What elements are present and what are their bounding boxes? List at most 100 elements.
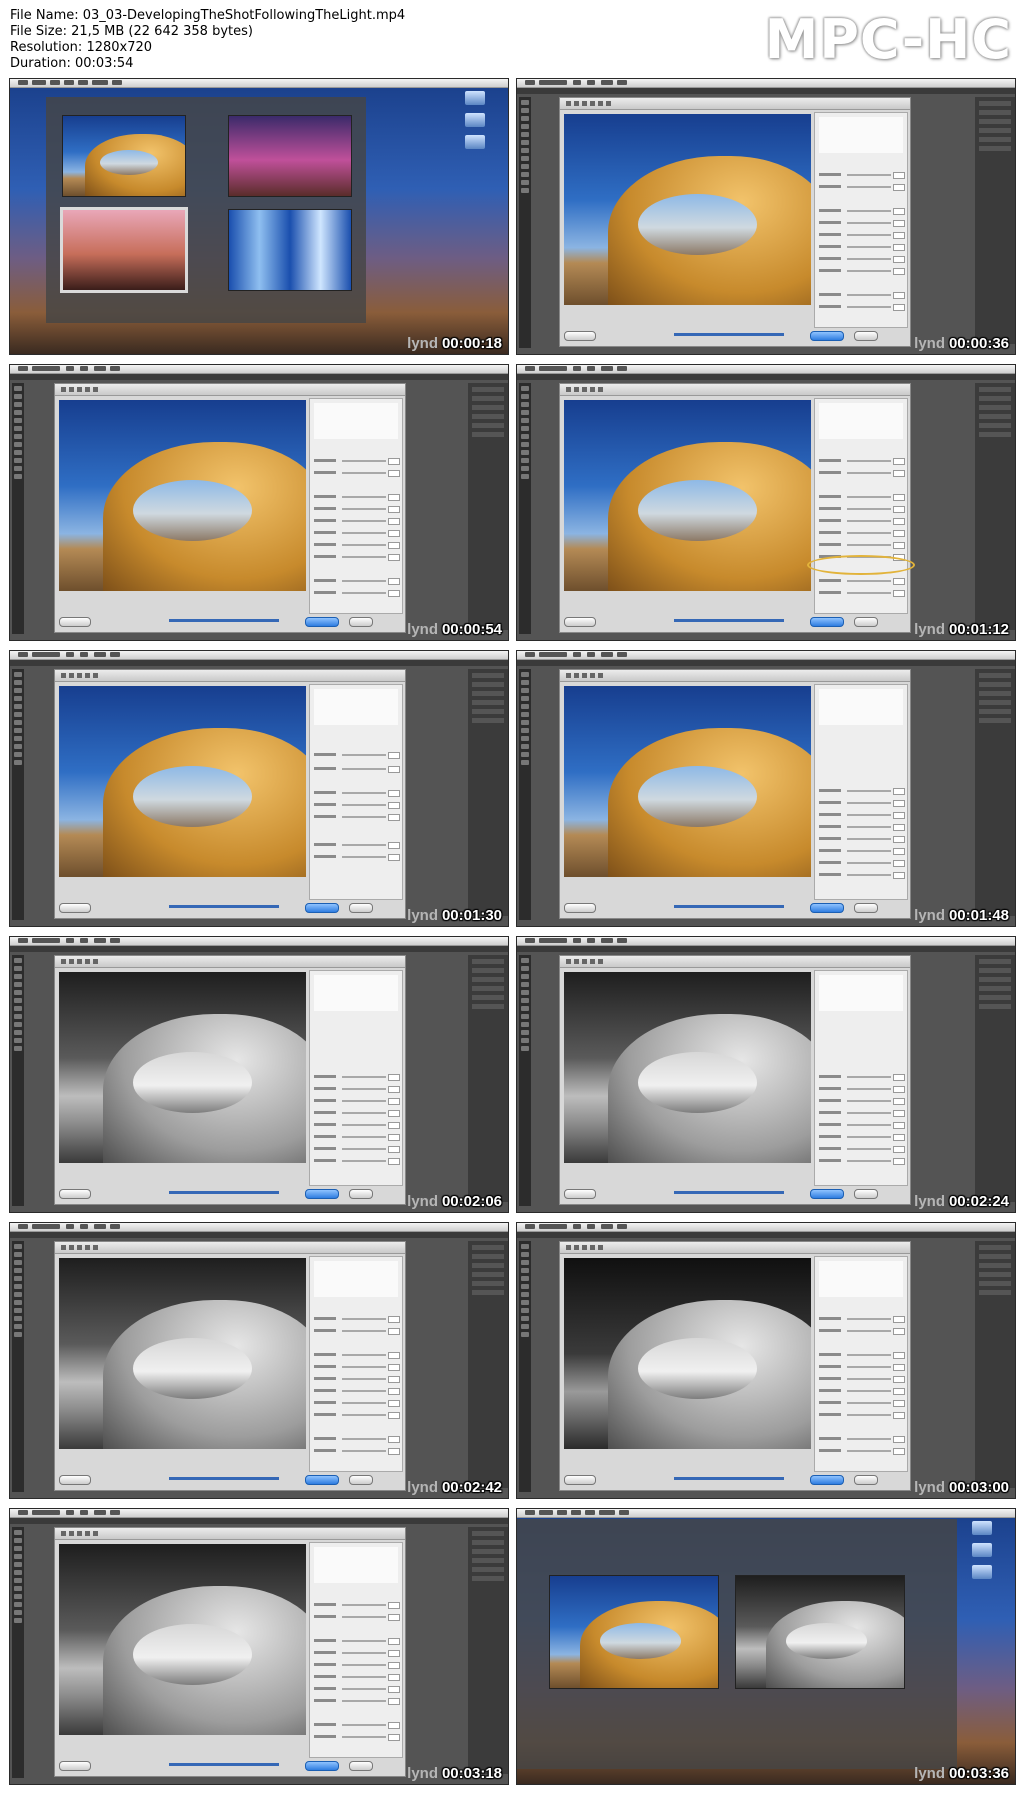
color-slider-row[interactable]	[819, 1146, 905, 1153]
color-slider-row[interactable]	[314, 1158, 400, 1165]
workflow-options-link[interactable]	[674, 619, 784, 622]
cancel-button[interactable]	[349, 1761, 373, 1771]
slider-row[interactable]	[314, 518, 400, 525]
slider-row[interactable]	[314, 494, 400, 501]
cancel-button[interactable]	[854, 331, 878, 341]
open-image-button[interactable]	[305, 617, 339, 627]
color-slider-row[interactable]	[819, 1134, 905, 1141]
slider-row[interactable]	[819, 518, 905, 525]
color-slider-row[interactable]	[314, 1146, 400, 1153]
cancel-button[interactable]	[349, 1475, 373, 1485]
slider-row[interactable]	[314, 1698, 400, 1705]
open-image-button[interactable]	[810, 331, 844, 341]
gallery-tile-arch-selected[interactable]	[60, 207, 188, 293]
cancel-button[interactable]	[854, 1475, 878, 1485]
preview-image[interactable]	[59, 686, 306, 877]
setting-row[interactable]	[314, 814, 400, 821]
slider-row[interactable]	[314, 590, 400, 597]
color-slider-row[interactable]	[819, 860, 905, 867]
thumbnail-frame-6[interactable]: lynd 00:01:48	[516, 650, 1016, 927]
slider-row[interactable]	[819, 1364, 905, 1371]
color-slider-row[interactable]	[819, 788, 905, 795]
slider-row[interactable]	[314, 1662, 400, 1669]
thumbnail-frame-12[interactable]: lynd 00:03:36	[516, 1508, 1016, 1785]
slider-row[interactable]	[819, 1412, 905, 1419]
setting-row[interactable]	[314, 790, 400, 797]
open-image-button[interactable]	[810, 1475, 844, 1485]
slider-row[interactable]	[819, 292, 905, 299]
color-slider-row[interactable]	[314, 1122, 400, 1129]
cancel-button[interactable]	[349, 617, 373, 627]
slider-row[interactable]	[819, 172, 905, 179]
setting-row[interactable]	[314, 802, 400, 809]
color-slider-row[interactable]	[819, 1158, 905, 1165]
cancel-button[interactable]	[854, 1189, 878, 1199]
color-slider-row[interactable]	[819, 824, 905, 831]
slider-row[interactable]	[819, 1328, 905, 1335]
slider-row[interactable]	[819, 1376, 905, 1383]
preview-image[interactable]	[564, 686, 811, 877]
slider-row[interactable]	[819, 506, 905, 513]
slider-row[interactable]	[819, 470, 905, 477]
thumbnail-frame-5[interactable]: lynd 00:01:30	[9, 650, 509, 927]
slider-row[interactable]	[819, 458, 905, 465]
preview-image[interactable]	[564, 114, 811, 305]
thumbnail-frame-9[interactable]: lynd 00:02:42	[9, 1222, 509, 1499]
workflow-options-link[interactable]	[169, 1477, 279, 1480]
slider-row[interactable]	[314, 1364, 400, 1371]
slider-row[interactable]	[819, 1316, 905, 1323]
slider-row[interactable]	[819, 494, 905, 501]
slider-row[interactable]	[819, 1436, 905, 1443]
save-image-button[interactable]	[59, 903, 91, 913]
color-slider-row[interactable]	[819, 1098, 905, 1105]
slider-row[interactable]	[819, 1400, 905, 1407]
setting-row[interactable]	[314, 854, 400, 861]
slider-row[interactable]	[819, 590, 905, 597]
slider-row[interactable]	[819, 184, 905, 191]
workflow-options-link[interactable]	[169, 905, 279, 908]
workflow-options-link[interactable]	[674, 1191, 784, 1194]
slider-row[interactable]	[819, 256, 905, 263]
color-slider-row[interactable]	[819, 1074, 905, 1081]
save-image-button[interactable]	[564, 331, 596, 341]
color-slider-row[interactable]	[819, 848, 905, 855]
save-image-button[interactable]	[59, 1189, 91, 1199]
thumbnail-frame-2[interactable]: lynd 00:00:36	[516, 78, 1016, 355]
slider-row[interactable]	[314, 1436, 400, 1443]
slider-row[interactable]	[314, 1328, 400, 1335]
workflow-options-link[interactable]	[674, 1477, 784, 1480]
color-slider-row[interactable]	[314, 1086, 400, 1093]
color-slider-row[interactable]	[819, 800, 905, 807]
color-slider-row[interactable]	[819, 1086, 905, 1093]
preview-image[interactable]	[59, 972, 306, 1163]
thumbnail-frame-1[interactable]: lynd 00:00:18	[9, 78, 509, 355]
color-slider-row[interactable]	[819, 812, 905, 819]
preview-image-crop[interactable]	[564, 1258, 811, 1449]
slider-row[interactable]	[314, 1734, 400, 1741]
color-slider-row[interactable]	[819, 1110, 905, 1117]
color-slider-row[interactable]	[314, 1074, 400, 1081]
cancel-button[interactable]	[854, 903, 878, 913]
thumbnail-frame-8[interactable]: lynd 00:02:24	[516, 936, 1016, 1213]
open-image-button[interactable]	[305, 903, 339, 913]
slider-row[interactable]	[314, 1388, 400, 1395]
compare-tile-color[interactable]	[549, 1575, 719, 1689]
open-image-button[interactable]	[810, 903, 844, 913]
workflow-options-link[interactable]	[674, 333, 784, 336]
slider-row[interactable]	[819, 304, 905, 311]
preview-image[interactable]	[564, 972, 811, 1163]
color-slider-row[interactable]	[819, 1122, 905, 1129]
slider-row[interactable]	[819, 1448, 905, 1455]
slider-row[interactable]	[819, 208, 905, 215]
slider-row[interactable]	[314, 506, 400, 513]
slider-row[interactable]	[314, 1674, 400, 1681]
slider-row[interactable]	[314, 1352, 400, 1359]
slider-row[interactable]	[819, 1352, 905, 1359]
open-image-button[interactable]	[305, 1475, 339, 1485]
open-image-button[interactable]	[810, 1189, 844, 1199]
save-image-button[interactable]	[59, 617, 91, 627]
slider-row[interactable]	[314, 458, 400, 465]
slider-row[interactable]	[314, 1376, 400, 1383]
compare-tile-bw[interactable]	[735, 1575, 905, 1689]
preview-image[interactable]	[59, 1258, 306, 1449]
